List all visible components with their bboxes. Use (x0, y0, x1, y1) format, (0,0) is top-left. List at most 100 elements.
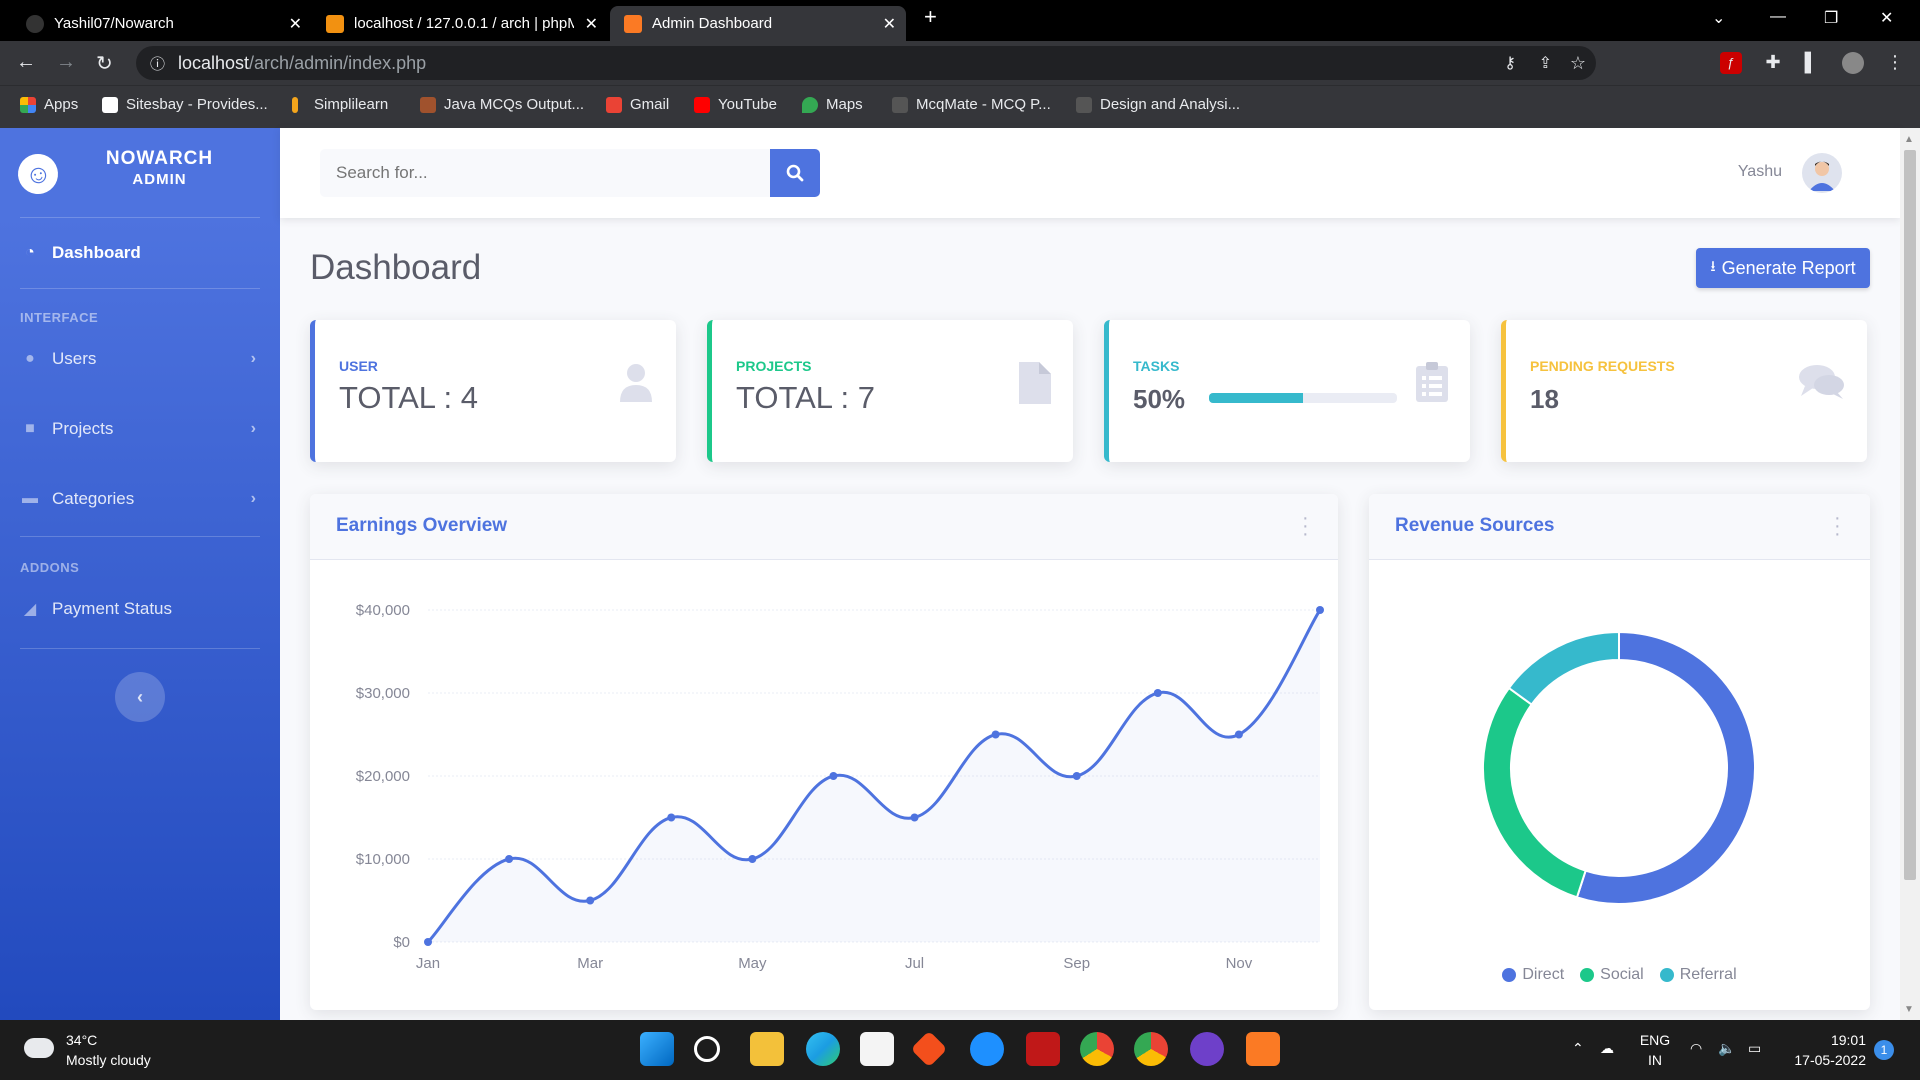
user-avatar-icon (1809, 161, 1835, 191)
clipboard-icon (1416, 362, 1448, 402)
weather-widget[interactable]: 34°C Mostly cloudy (66, 1030, 151, 1070)
key-icon[interactable]: ⚷ (1504, 53, 1516, 73)
y-tick-label: $20,000 (356, 768, 410, 785)
bookmark-item[interactable]: McqMate - MCQ P... (892, 96, 1051, 113)
bookmark-item[interactable]: Gmail (606, 96, 669, 113)
dropdown-menu-icon[interactable]: · · · (1302, 508, 1309, 544)
window-close-button[interactable]: ✕ (1880, 8, 1893, 28)
sidebar-item-categories[interactable]: ▬ Categories › (0, 472, 280, 526)
chrome-icon[interactable] (1134, 1032, 1168, 1066)
volume-icon[interactable]: 🔈 (1718, 1038, 1735, 1058)
sidebar-item-dashboard[interactable]: ◔ Dashboard (0, 226, 280, 280)
scrollbar-thumb[interactable] (1904, 150, 1916, 880)
legend-dot (1659, 968, 1674, 982)
clock[interactable]: 19:01 17-05-2022 (1786, 1030, 1866, 1070)
sidebar-brand[interactable]: ☺ NOWARCH ADMIN (0, 128, 280, 216)
new-tab-button[interactable]: + (924, 4, 937, 30)
app-icon[interactable] (910, 1030, 948, 1068)
share-icon[interactable]: ⇪ (1539, 53, 1552, 73)
github-desktop-icon[interactable] (1190, 1032, 1224, 1066)
search-input[interactable] (320, 149, 770, 197)
data-point (1153, 689, 1162, 697)
profile-avatar[interactable] (1842, 52, 1864, 74)
address-bar-row: ← → ↻ ⓘ localhost/arch/admin/index.php ⚷… (0, 41, 1920, 85)
xampp-icon (624, 14, 642, 33)
sidebar-item-payment-status[interactable]: ◢ Payment Status (0, 582, 280, 636)
edge-icon[interactable] (806, 1032, 840, 1066)
back-button[interactable]: ← (16, 51, 36, 74)
scroll-down-arrow-icon[interactable]: ▼ (1904, 1004, 1914, 1015)
browser-tab[interactable]: Yashil07/Nowarch ✕ (12, 6, 312, 41)
restore-button[interactable]: ❐ (1824, 8, 1838, 28)
onedrive-icon[interactable]: ☁ (1600, 1038, 1614, 1058)
close-icon[interactable]: ✕ (289, 14, 302, 34)
search-icon[interactable] (694, 1036, 720, 1062)
legend-dot (1502, 968, 1517, 982)
data-point (748, 855, 757, 863)
sidebar-toggle-button[interactable]: ‹ (115, 672, 165, 722)
browser-tab-active[interactable]: Admin Dashboard ✕ (610, 6, 906, 41)
bookmark-item[interactable]: Design and Analysi... (1076, 96, 1240, 113)
donut-slice (1507, 630, 1620, 706)
tab-search-icon[interactable]: ⌄ (1712, 8, 1725, 28)
minimize-button[interactable]: — (1770, 8, 1786, 26)
sidebar-item-users[interactable]: ● Users › (0, 332, 280, 386)
sitesbay-icon (102, 96, 118, 113)
sidebar-item-projects[interactable]: ■ Projects › (0, 402, 280, 456)
sidebar: ☺ NOWARCH ADMIN ◔ Dashboard INTERFACE ● … (0, 128, 280, 1020)
bookmarks-bar: Apps Sitesbay - Provides... Simplilearn … (0, 85, 1920, 128)
notification-badge[interactable]: 1 (1874, 1040, 1894, 1060)
legend-item: Social (1580, 966, 1644, 984)
close-icon[interactable]: ✕ (585, 14, 598, 34)
mcafee-icon[interactable] (1026, 1032, 1060, 1066)
bookmark-item[interactable]: YouTube (694, 96, 777, 113)
url-host: localhost (178, 52, 250, 73)
bookmark-label: Apps (44, 96, 79, 113)
simplilearn-icon (292, 96, 298, 113)
chevron-right-icon: › (250, 420, 256, 437)
data-point (424, 938, 432, 946)
battery-icon[interactable]: ▭ (1748, 1038, 1761, 1058)
x-tick-label: Mar (577, 955, 603, 972)
data-point (829, 772, 838, 780)
github-icon (26, 14, 44, 33)
revenue-sources-card: Revenue Sources · · · Direct Social Referral (1369, 494, 1870, 1010)
tab-title: Admin Dashboard (652, 15, 773, 32)
wifi-icon[interactable]: ◠ (1690, 1038, 1702, 1058)
url-field[interactable]: ⓘ localhost/arch/admin/index.php ⚷ ⇪ ☆ (136, 46, 1596, 80)
data-point (910, 813, 919, 822)
store-icon[interactable] (860, 1032, 894, 1066)
bookmark-star-icon[interactable]: ☆ (1570, 53, 1586, 74)
chrome-icon[interactable] (1080, 1032, 1114, 1066)
close-icon[interactable]: ✕ (883, 14, 896, 34)
stat-label: USER (339, 358, 378, 374)
bookmark-label: YouTube (718, 96, 777, 113)
data-point (1316, 606, 1324, 614)
windows-start-icon[interactable] (640, 1032, 674, 1066)
bookmark-item[interactable]: Java MCQs Output... (420, 96, 584, 113)
avatar[interactable] (1802, 153, 1842, 193)
dropdown-menu-icon[interactable]: · · · (1834, 508, 1841, 544)
xampp-icon[interactable] (1246, 1032, 1280, 1066)
forward-button[interactable]: → (56, 51, 76, 74)
menu-icon[interactable]: ⋮ (1884, 52, 1906, 74)
file-explorer-icon[interactable] (750, 1032, 784, 1066)
scroll-up-arrow-icon[interactable]: ▲ (1904, 134, 1914, 145)
user-name[interactable]: Yashu (1738, 163, 1782, 181)
browser-tab[interactable]: localhost / 127.0.0.1 / arch | phpM ✕ (312, 6, 608, 41)
generate-report-button[interactable]: ⭳ Generate Report (1696, 248, 1870, 288)
chevron-up-icon[interactable]: ⌃ (1572, 1038, 1584, 1058)
sidebar-divider (20, 288, 260, 289)
bookmark-item[interactable]: Sitesbay - Provides... (102, 96, 268, 113)
search-button[interactable] (770, 149, 820, 197)
reload-button[interactable]: ↻ (96, 51, 113, 76)
puzzle-icon[interactable]: ✚ (1762, 52, 1784, 74)
sidepanel-icon[interactable]: ▌ (1800, 52, 1822, 74)
bookmark-item[interactable]: Maps (802, 96, 863, 113)
language-indicator[interactable]: ENG IN (1638, 1030, 1672, 1070)
extension-icon[interactable]: ƒ (1720, 52, 1742, 74)
bookmark-item[interactable]: Simplilearn (292, 96, 388, 113)
bookmark-apps[interactable]: Apps (20, 96, 78, 113)
help-icon[interactable] (970, 1032, 1004, 1066)
file-icon (1019, 362, 1051, 404)
